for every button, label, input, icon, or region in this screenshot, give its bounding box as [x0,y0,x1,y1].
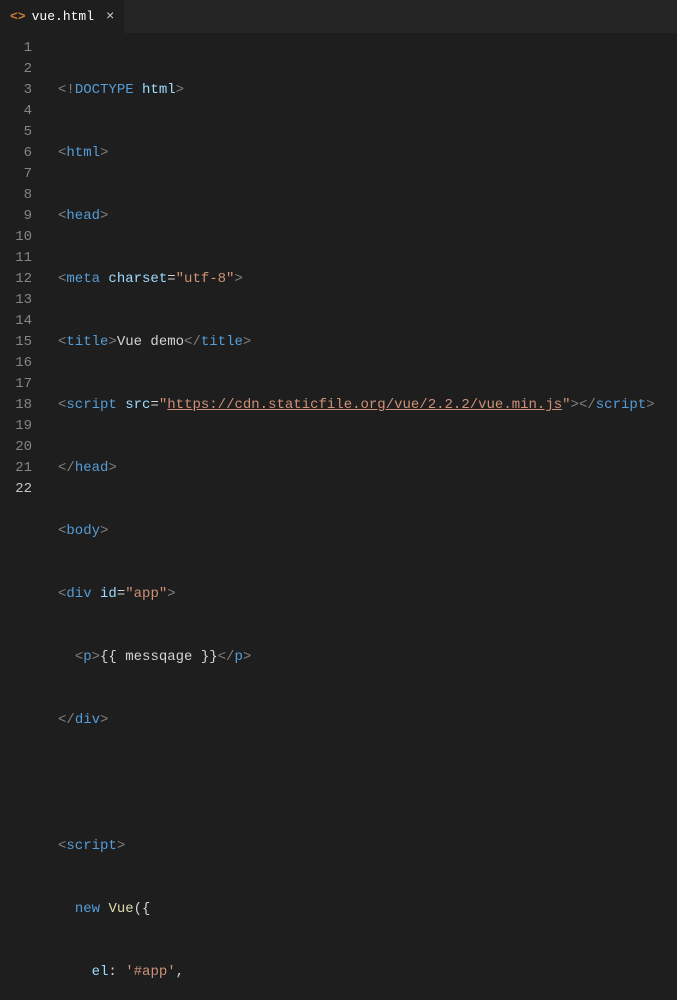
code-line[interactable]: </div> [58,710,655,731]
code-area[interactable]: <!DOCTYPE html> <html> <head> <meta char… [48,34,655,500]
tab-bar: <> vue.html × [0,0,677,34]
line-number: 19 [0,416,32,437]
line-number-gutter: 1 2 3 4 5 6 7 8 9 10 11 12 13 14 15 16 1… [0,34,48,500]
code-line[interactable]: <script src="https://cdn.staticfile.org/… [58,395,655,416]
line-number: 10 [0,227,32,248]
line-number: 5 [0,122,32,143]
line-number: 15 [0,332,32,353]
line-number: 16 [0,353,32,374]
line-number: 3 [0,80,32,101]
editor[interactable]: 1 2 3 4 5 6 7 8 9 10 11 12 13 14 15 16 1… [0,34,677,500]
close-icon[interactable]: × [106,10,114,24]
code-line[interactable]: <html> [58,143,655,164]
code-line[interactable]: </head> [58,458,655,479]
code-line[interactable]: <title>Vue demo</title> [58,332,655,353]
line-number: 12 [0,269,32,290]
line-number: 1 [0,38,32,59]
code-line[interactable]: <script> [58,836,655,857]
tab-filename: vue.html [32,9,94,24]
line-number: 9 [0,206,32,227]
line-number: 4 [0,101,32,122]
line-number: 17 [0,374,32,395]
line-number: 8 [0,185,32,206]
code-line[interactable]: <meta charset="utf-8"> [58,269,655,290]
line-number: 6 [0,143,32,164]
code-line[interactable]: <body> [58,521,655,542]
code-line[interactable] [58,773,655,794]
tab-vue-html[interactable]: <> vue.html × [0,0,124,33]
line-number: 14 [0,311,32,332]
line-number: 2 [0,59,32,80]
line-number: 11 [0,248,32,269]
code-line[interactable]: el: '#app', [58,962,655,983]
code-line[interactable]: <!DOCTYPE html> [58,80,655,101]
code-line[interactable]: <head> [58,206,655,227]
code-bracket-icon: <> [10,9,26,24]
line-number: 22 [0,479,32,500]
code-line[interactable]: <div id="app"> [58,584,655,605]
line-number: 18 [0,395,32,416]
line-number: 20 [0,437,32,458]
code-line[interactable]: <p>{{ messqage }}</p> [58,647,655,668]
line-number: 7 [0,164,32,185]
line-number: 13 [0,290,32,311]
code-line[interactable]: new Vue({ [58,899,655,920]
line-number: 21 [0,458,32,479]
